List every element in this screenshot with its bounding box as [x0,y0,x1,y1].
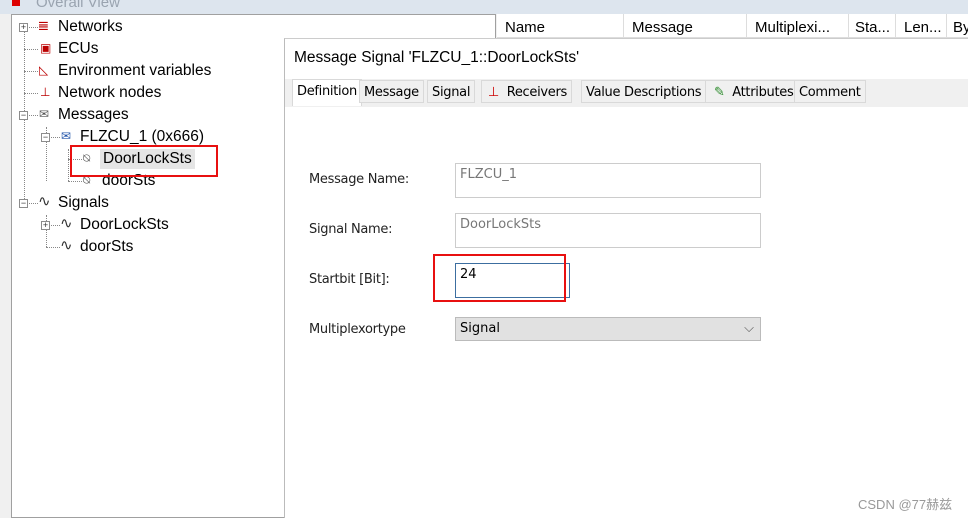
tree-item-ecus[interactable]: ECUs [58,39,98,59]
tree-item-network-nodes[interactable]: Network nodes [58,83,161,103]
multiplexortype-select[interactable]: Signal ⌵ [455,317,761,341]
startbit-label: Startbit [Bit]: [309,272,390,287]
chevron-down-icon: ⌵ [744,321,754,336]
fd-message-icon: ✉ [61,129,72,143]
signal-name-label: Signal Name: [309,222,393,237]
collapse-messages[interactable]: − [19,111,28,120]
tab-attributes[interactable]: ✎ Attributes [705,80,799,103]
signal-wave-icon: ∿ [38,193,51,210]
column-multiplexing[interactable]: Multiplexi... [747,14,849,38]
message-name-field[interactable]: FLZCU_1 [455,163,761,198]
gauge-icon: ◺ [39,63,49,77]
tab-signal[interactable]: Signal [427,80,476,103]
ecu-icon: ▣ [40,41,52,55]
tab-definition[interactable]: Definition [292,79,362,106]
tree-item-doorlocksts-signal[interactable]: DoorLockSts [80,215,169,235]
tree-item-networks[interactable]: Networks [58,17,123,37]
network-icon: 𝌆 [38,19,49,33]
envelope-icon: ✉ [39,107,50,121]
tree-item-flzcu-1[interactable]: FLZCU_1 (0x666) [80,127,204,147]
overall-view-titlebar: Overall View [0,0,968,14]
tree-item-doorsts-signal[interactable]: doorSts [80,237,133,257]
tab-attributes-label: Attributes [732,85,794,100]
tree-item-signals[interactable]: Signals [58,193,109,213]
tab-receivers-label: Receivers [506,85,568,100]
expand-doorlocksts-signal[interactable]: + [41,221,50,230]
node-icon: ⊥ [40,85,51,99]
message-signal-dialog: Message Signal 'FLZCU_1::DoorLockSts' De… [284,38,968,518]
attributes-icon: ✎ [714,85,725,100]
signal-wave-icon: ∿ [60,237,73,254]
collapse-flzcu-1[interactable]: − [41,133,50,142]
watermark: CSDN @77赫兹 [858,497,953,512]
window-title: Overall View [36,0,120,11]
tree-item-environment-variables[interactable]: Environment variables [58,61,211,81]
tree-item-messages[interactable]: Messages [58,105,129,125]
overall-view-icon [12,0,20,6]
column-message[interactable]: Message [624,14,747,38]
column-length[interactable]: Len... [896,14,947,38]
collapse-signals[interactable]: − [19,199,28,208]
tab-value-descriptions[interactable]: Value Descriptions [581,80,707,103]
receivers-icon: ⊥ [488,85,500,100]
highlight-tree-item [70,145,218,177]
multiplexortype-label: Multiplexortype [309,322,406,337]
signal-list-header: Name Message Multiplexi... Sta... Len...… [497,14,968,38]
tab-receivers[interactable]: ⊥ Receivers [481,80,573,103]
message-name-label: Message Name: [309,172,409,187]
highlight-startbit [433,254,566,302]
dialog-title: Message Signal 'FLZCU_1::DoorLockSts' [294,49,580,66]
column-name[interactable]: Name [497,14,624,38]
column-startbit[interactable]: Sta... [849,14,896,38]
tab-message[interactable]: Message [359,80,424,103]
multiplexortype-value: Signal [460,321,500,336]
column-byte-order[interactable]: By [947,14,968,38]
expand-networks[interactable]: + [19,23,28,32]
tab-comment[interactable]: Comment [794,80,866,103]
signal-name-field[interactable]: DoorLockSts [455,213,761,248]
signal-wave-icon: ∿ [60,215,73,232]
